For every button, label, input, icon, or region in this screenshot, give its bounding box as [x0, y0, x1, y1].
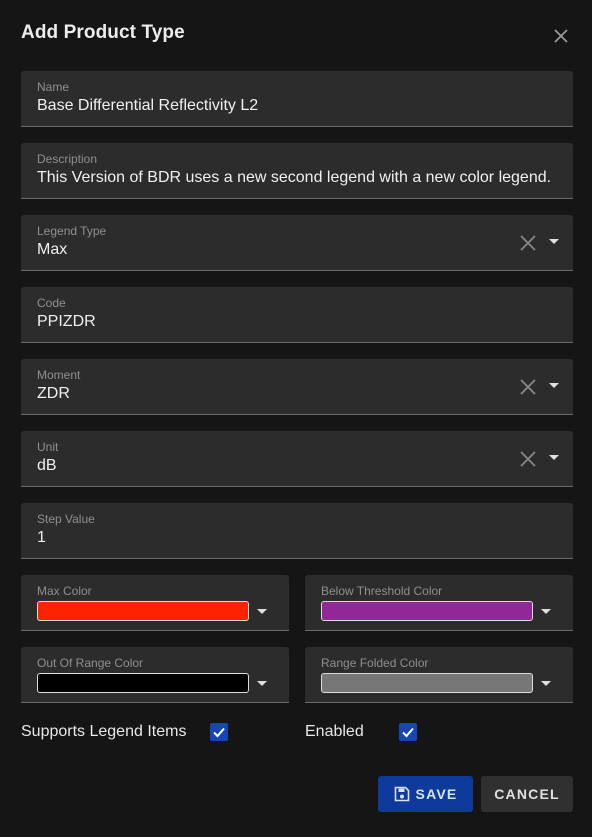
checkmark-icon: [402, 727, 414, 738]
save-label: SAVE: [415, 786, 458, 802]
enabled-checkbox[interactable]: [399, 723, 417, 741]
moment-label: Moment: [37, 368, 81, 382]
out-of-range-color-label: Out Of Range Color: [37, 656, 144, 670]
legend-type-label: Legend Type: [37, 224, 107, 238]
code-field[interactable]: Code PPIZDR: [21, 287, 573, 343]
code-label: Code: [37, 296, 66, 310]
floppy-disk-icon: [394, 786, 409, 802]
supports-legend-items-label: Supports Legend Items: [21, 723, 187, 740]
below-threshold-color-label: Below Threshold Color: [321, 584, 443, 598]
moment-select[interactable]: Moment ZDR: [21, 359, 573, 415]
out-of-range-color-picker[interactable]: Out Of Range Color: [21, 647, 289, 703]
unit-label: Unit: [37, 440, 59, 454]
clear-icon[interactable]: [519, 234, 537, 252]
max-color-label: Max Color: [37, 584, 92, 598]
range-folded-color-picker[interactable]: Range Folded Color: [305, 647, 573, 703]
save-button[interactable]: SAVE: [378, 776, 473, 812]
below-threshold-color-picker[interactable]: Below Threshold Color: [305, 575, 573, 631]
description-field[interactable]: Description This Version of BDR uses a n…: [21, 143, 573, 199]
moment-value: ZDR: [37, 385, 70, 402]
out-of-range-color-swatch[interactable]: [37, 673, 249, 693]
chevron-down-icon[interactable]: [549, 383, 559, 388]
chevron-down-icon[interactable]: [257, 609, 267, 614]
checkmark-icon: [213, 727, 225, 738]
chevron-down-icon[interactable]: [541, 681, 551, 686]
dialog-title: Add Product Type: [21, 22, 185, 43]
add-product-type-dialog: Add Product Type Name Base Differential …: [0, 0, 592, 837]
chevron-down-icon[interactable]: [549, 455, 559, 460]
name-field[interactable]: Name Base Differential Reflectivity L2: [21, 71, 573, 127]
step-value-field[interactable]: Step Value 1: [21, 503, 573, 559]
enabled-row: Enabled: [305, 720, 364, 744]
step-value-label: Step Value: [37, 512, 95, 526]
description-label: Description: [37, 152, 98, 166]
range-folded-color-swatch[interactable]: [321, 673, 533, 693]
enabled-label: Enabled: [305, 723, 364, 740]
range-folded-color-label: Range Folded Color: [321, 656, 429, 670]
name-label: Name: [37, 80, 70, 94]
unit-select[interactable]: Unit dB: [21, 431, 573, 487]
max-color-swatch[interactable]: [37, 601, 249, 621]
chevron-down-icon[interactable]: [541, 609, 551, 614]
chevron-down-icon[interactable]: [549, 239, 559, 244]
max-color-picker[interactable]: Max Color: [21, 575, 289, 631]
description-value: This Version of BDR uses a new second le…: [37, 169, 552, 186]
clear-icon[interactable]: [519, 378, 537, 396]
clear-icon[interactable]: [519, 450, 537, 468]
chevron-down-icon[interactable]: [257, 681, 267, 686]
below-threshold-color-swatch[interactable]: [321, 601, 533, 621]
close-icon[interactable]: [549, 24, 573, 48]
step-value-value: 1: [37, 529, 46, 546]
code-value: PPIZDR: [37, 313, 96, 330]
name-value: Base Differential Reflectivity L2: [37, 97, 259, 114]
legend-type-value: Max: [37, 241, 68, 258]
unit-value: dB: [37, 457, 57, 474]
supports-legend-items-checkbox[interactable]: [210, 723, 228, 741]
legend-type-select[interactable]: Legend Type Max: [21, 215, 573, 271]
cancel-button[interactable]: CANCEL: [481, 776, 573, 812]
supports-legend-items-row: Supports Legend Items: [21, 720, 186, 744]
